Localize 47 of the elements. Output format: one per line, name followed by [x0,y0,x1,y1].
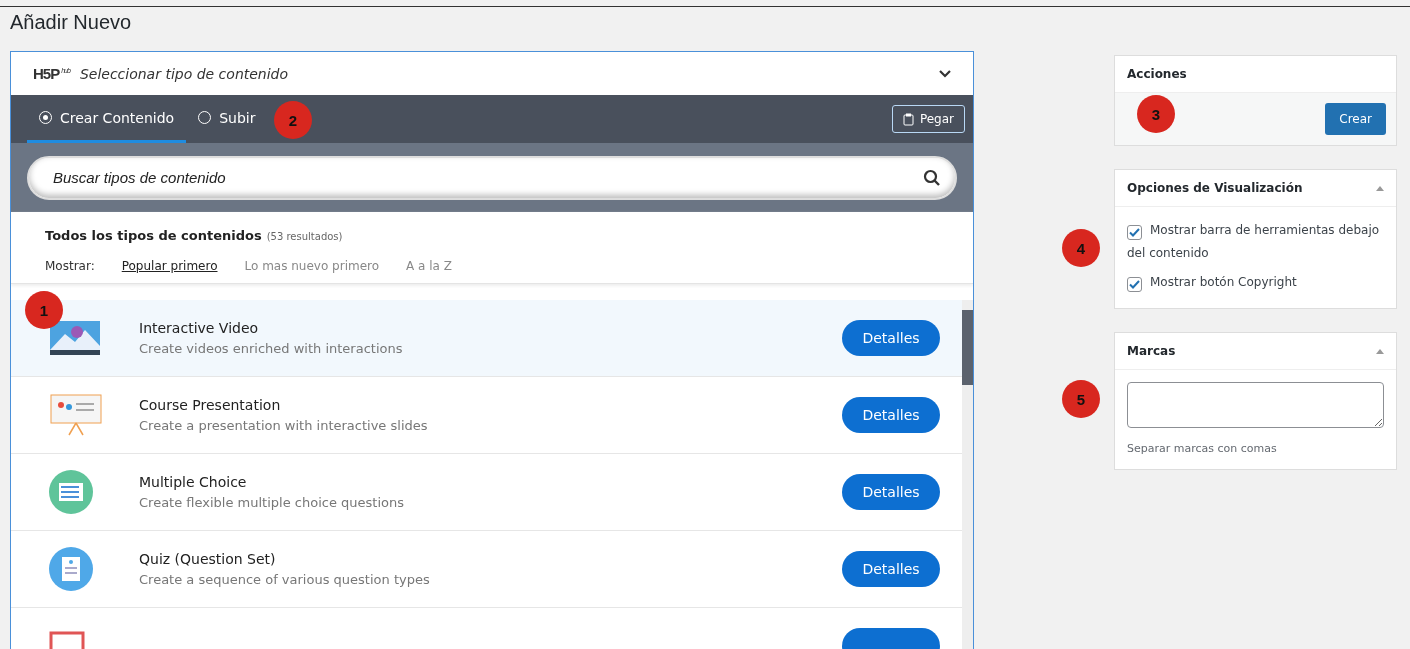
checkmark-icon [1129,228,1140,237]
content-type-description: Create videos enriched with interactions [139,341,404,356]
box-title: Opciones de Visualización [1127,181,1303,195]
presentation-board-icon [49,393,103,437]
collapse-arrow-icon[interactable] [1376,185,1384,191]
paste-button[interactable]: Pegar [891,105,965,133]
details-button[interactable]: Detalles [842,551,940,587]
sort-option[interactable]: Lo mas nuevo primero [244,259,380,273]
chevron-icon[interactable] [939,69,951,78]
content-type-description: Create flexible multiple choice questions [139,495,405,510]
details-button[interactable]: Detalles [842,320,940,356]
create-button[interactable]: Crear [1325,103,1386,135]
content-type-description: Create a presentation with interactive slides [139,418,429,433]
details-button[interactable]: Detalles [842,474,940,510]
tags-hint: Separar marcas con comas [1127,442,1278,455]
hub-logo: H5P$^{hub}$ [33,65,70,82]
checkmark-icon [1129,280,1140,289]
checkbox-option[interactable]: Mostrar botón Copyright [1127,271,1384,294]
content-type-title: Interactive Video [139,320,260,336]
tags-field[interactable] [1127,382,1384,428]
sort-label: Mostrar: [45,259,95,273]
results-count: (53 resultados) [266,231,343,242]
collapse-arrow-icon[interactable] [1376,348,1384,354]
sort-option[interactable]: Popular primero [121,259,218,273]
page-title: Añadir Nuevo [9,10,133,35]
tab[interactable]: Subir [186,95,268,143]
hub-title: Seleccionar tipo de contenido [79,65,290,82]
content-type-title: Multiple Choice [139,474,248,490]
clipboard-icon [902,112,914,126]
step-marker: 4 [1062,229,1100,267]
sort-option[interactable]: A a la Z [406,259,452,273]
content-type-description: Create a sequence of various question types [139,572,431,587]
results-title: Todos los tipos de contenidos [45,228,262,243]
details-button[interactable]: Detalles [842,397,940,433]
content-type-title: Course Presentation [139,397,282,413]
content-type-title: Quiz (Question Set) [139,551,277,567]
step-marker: 5 [1062,380,1100,418]
box-title: Marcas [1127,344,1176,358]
checkbox-option[interactable]: Mostrar barra de herramientas debajo del contenido [1127,219,1384,265]
search-field[interactable]: Buscar tipos de contenido [51,168,923,187]
video-thumbnail-icon [49,320,101,356]
document-icon [49,547,93,591]
scrollbar[interactable] [962,300,973,649]
search-icon[interactable] [923,168,941,187]
box-title: Acciones [1127,67,1187,81]
search-bar[interactable]: Buscar tipos de contenido [27,155,957,200]
checklist-icon [49,470,93,514]
